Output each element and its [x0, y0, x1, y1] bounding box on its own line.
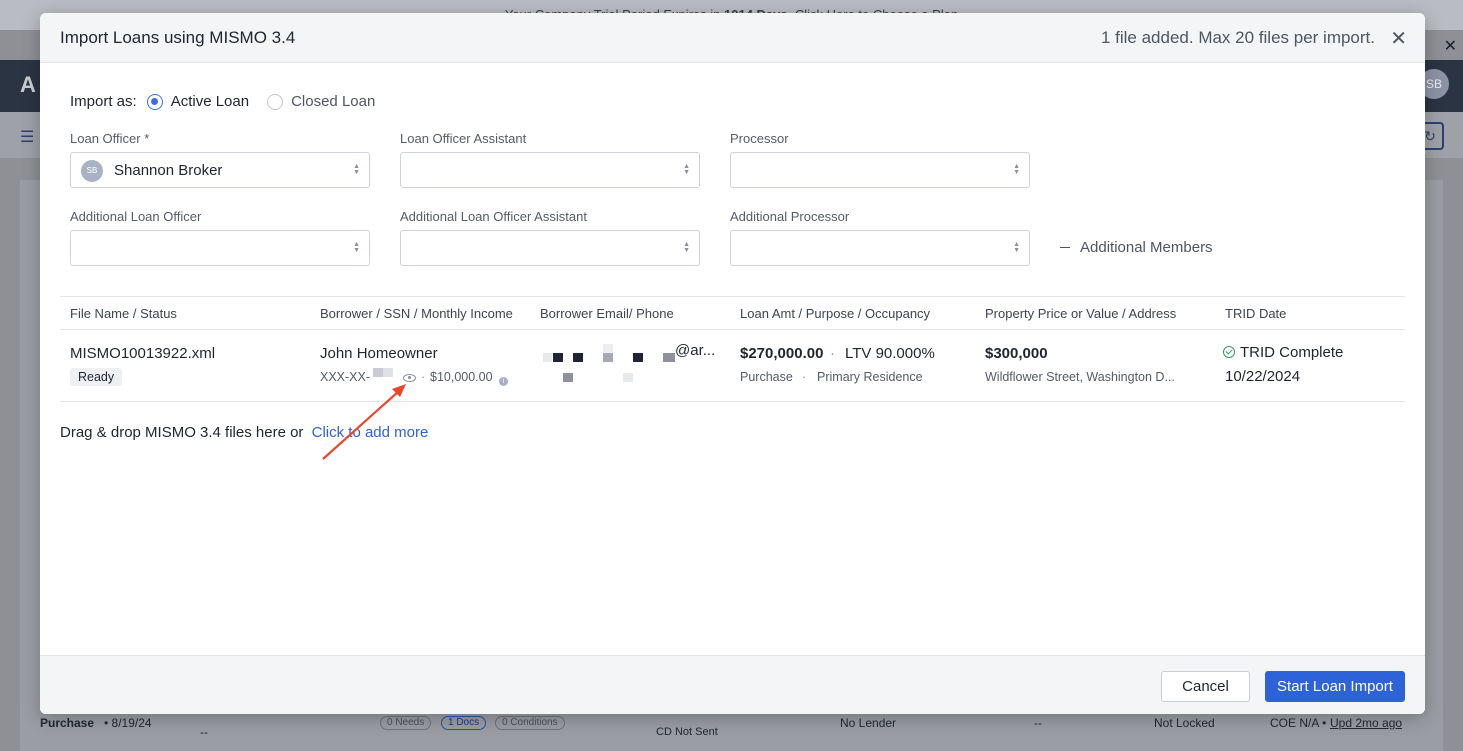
files-added-status: 1 file added. Max 20 files per import.: [1100, 28, 1375, 47]
avatar: SB: [81, 160, 103, 182]
column-header: TRID Date: [1225, 306, 1287, 321]
needs-badge: 0 Needs: [380, 716, 432, 730]
property-address: Wildflower Street, Washington D...: [985, 370, 1175, 384]
modal-title: Import Loans using MISMO 3.4: [60, 28, 296, 47]
trid-status: TRID Complete: [1223, 344, 1343, 361]
email-redaction: [603, 353, 613, 362]
occupancy: Primary Residence: [817, 370, 923, 384]
loan-officer-assistant-select[interactable]: ▲ ▼: [400, 152, 700, 188]
radio-closed-loan[interactable]: Closed Loan: [267, 93, 375, 110]
column-header: Loan Amt / Purpose / Occupancy: [740, 306, 931, 321]
ssn-redaction: [373, 368, 383, 377]
sort-arrows-icon: ▲ ▼: [683, 163, 690, 176]
column-header: Borrower / SSN / Monthly Income: [320, 306, 513, 321]
loan-officer-assistant-label: Loan Officer Assistant: [400, 131, 527, 146]
loan-officer-label: Loan Officer *: [70, 131, 150, 146]
radio-active-loan[interactable]: Active Loan: [146, 93, 249, 110]
sort-arrows-icon: ▲ ▼: [353, 163, 360, 176]
column-header: File Name / Status: [70, 306, 177, 321]
email-redaction: [553, 353, 563, 362]
check-circle-icon: [1223, 346, 1235, 358]
add-more-link[interactable]: Click to add more: [312, 424, 429, 441]
additional-loan-officer-assistant-select[interactable]: ▲ ▼: [400, 230, 700, 266]
app-logo: A: [20, 72, 36, 97]
email-redaction: [663, 353, 675, 362]
phone-redaction: [623, 373, 633, 382]
docs-badge: 1 Docs: [441, 716, 487, 730]
trid-date: 10/22/2024: [1225, 368, 1301, 385]
sort-arrows-icon: ▲ ▼: [1013, 163, 1020, 176]
conditions-badge: 0 Conditions: [495, 716, 565, 730]
email-redaction: [603, 344, 613, 353]
additional-members-toggle[interactable]: Additional Members: [1060, 239, 1213, 256]
sort-arrows-icon: ▲ ▼: [683, 241, 690, 254]
files-table-header: File Name / Status Borrower / SSN / Mont…: [60, 296, 1405, 330]
property-value: $300,000: [985, 345, 1048, 362]
additional-loan-officer-label: Additional Loan Officer: [70, 209, 202, 224]
file-name: MISMO10013922.xml: [70, 345, 216, 362]
email-redaction: [573, 353, 583, 362]
column-header: Borrower Email/ Phone: [540, 306, 674, 321]
start-loan-import-button[interactable]: Start Loan Import: [1265, 671, 1405, 702]
background-loan-row: Purchase • 8/19/24 -- 0 Needs 1 Docs 0 C…: [40, 716, 1403, 739]
loan-amount: $270,000.00: [740, 345, 824, 362]
radio-selected-icon[interactable]: [146, 93, 163, 110]
radio-unselected-icon[interactable]: [267, 93, 284, 110]
import-as-group: Import as: Active Loan Closed Loan: [70, 93, 393, 110]
sort-arrows-icon: ▲ ▼: [1013, 241, 1020, 254]
modal-footer: Cancel Start Loan Import: [40, 655, 1425, 714]
table-row: MISMO10013922.xml Ready John Homeowner X…: [60, 330, 1405, 402]
banner-close-icon[interactable]: ✕: [1444, 36, 1457, 56]
ssn-redaction: [383, 368, 393, 377]
collapse-minus-icon: [1060, 246, 1070, 249]
info-icon[interactable]: i: [499, 370, 508, 388]
ssn-masked: XXX-XX-: [320, 370, 371, 384]
import-mismo-modal: Import Loans using MISMO 3.4 1 file adde…: [40, 13, 1425, 714]
additional-processor-label: Additional Processor: [730, 209, 850, 224]
status-badge: Ready: [70, 368, 123, 386]
eye-icon[interactable]: [403, 370, 416, 388]
drop-zone[interactable]: Drag & drop MISMO 3.4 files here or Clic…: [60, 424, 428, 441]
additional-loan-officer-assistant-label: Additional Loan Officer Assistant: [400, 209, 587, 224]
modal-header: Import Loans using MISMO 3.4 1 file adde…: [40, 13, 1425, 63]
column-header: Property Price or Value / Address: [985, 306, 1177, 321]
email-redaction: [543, 353, 552, 362]
email-domain: @ar...: [675, 342, 716, 359]
email-redaction: [633, 353, 643, 362]
loan-purpose: Purchase: [740, 370, 793, 384]
processor-label: Processor: [730, 131, 789, 146]
borrower-name: John Homeowner: [320, 345, 438, 362]
processor-select[interactable]: ▲ ▼: [730, 152, 1030, 188]
additional-loan-officer-select[interactable]: ▲ ▼: [70, 230, 370, 266]
import-as-label: Import as:: [70, 93, 137, 110]
ltv-value: LTV 90.000%: [845, 345, 935, 362]
cancel-button[interactable]: Cancel: [1161, 671, 1250, 702]
loan-officer-select[interactable]: SB Shannon Broker ▲ ▼: [70, 152, 370, 188]
monthly-income: $10,000.00: [430, 370, 493, 384]
close-icon[interactable]: ✕: [1390, 26, 1407, 51]
phone-redaction: [563, 373, 573, 382]
checklist-icon[interactable]: ☰: [20, 127, 34, 147]
additional-processor-select[interactable]: ▲ ▼: [730, 230, 1030, 266]
sort-arrows-icon: ▲ ▼: [353, 241, 360, 254]
